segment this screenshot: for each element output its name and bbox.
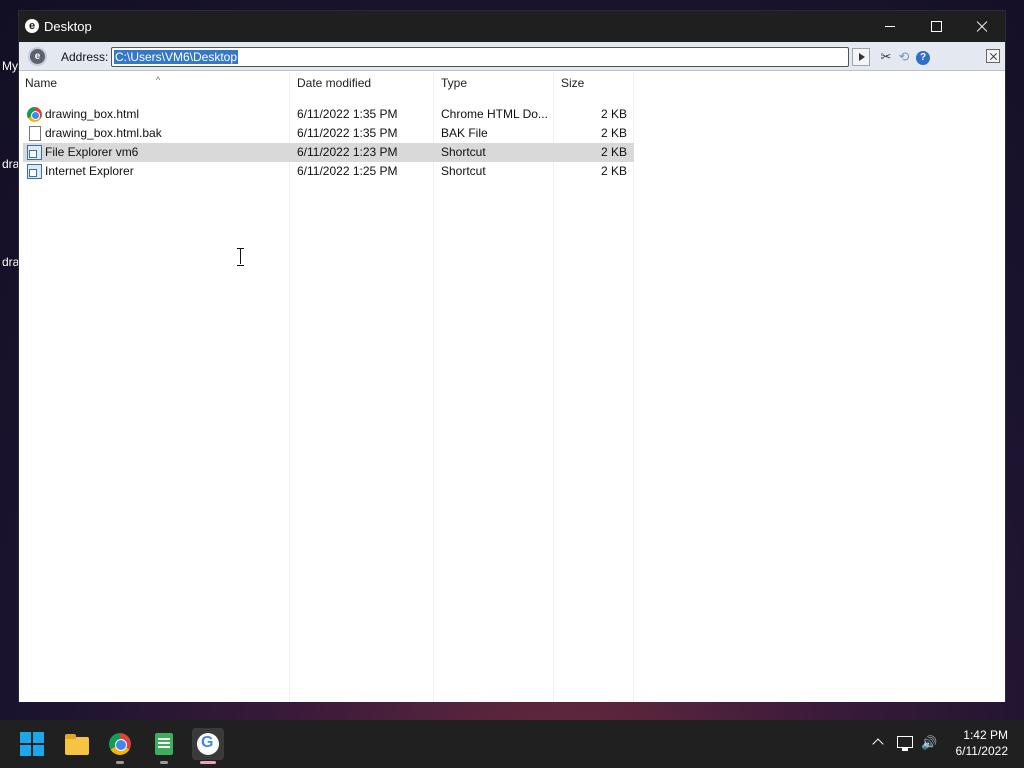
clock-time: 1:42 PM	[963, 728, 1008, 742]
address-input[interactable]: C:\Users\VM6\Desktop	[111, 47, 849, 67]
file-date: 6/11/2022 1:35 PM	[297, 107, 398, 121]
shortcut-icon	[27, 145, 42, 160]
file-name: drawing_box.html.bak	[45, 126, 162, 140]
window-title: Desktop	[44, 19, 92, 34]
system-clock[interactable]: 1:42 PM 6/11/2022	[944, 727, 1009, 759]
file-size: 2 KB	[600, 126, 627, 140]
address-label: Address:	[61, 50, 109, 64]
chrome-icon[interactable]	[104, 728, 136, 760]
refresh-icon[interactable]: ⟲	[896, 49, 912, 65]
running-indicator	[116, 761, 124, 764]
network-icon[interactable]	[897, 736, 913, 751]
desktop-icon-label[interactable]: dra	[2, 255, 19, 269]
file-name: Internet Explorer	[45, 164, 134, 178]
file-list[interactable]: Name ^ Date modified Type Size drawing_b…	[19, 72, 1005, 702]
file-icon	[29, 126, 41, 141]
close-icon[interactable]	[986, 49, 1000, 63]
column-header-label: Name	[25, 76, 58, 90]
close-button[interactable]	[959, 11, 1005, 42]
address-bar: e Address: C:\Users\VM6\Desktop ✂ ⟲ ?	[19, 42, 1005, 71]
help-icon[interactable]: ?	[916, 51, 930, 65]
desktop-icon-label[interactable]: My	[2, 59, 18, 73]
file-size: 2 KB	[600, 145, 627, 159]
file-name: drawing_box.html	[45, 107, 140, 121]
file-size: 2 KB	[600, 164, 627, 178]
file-explorer-icon[interactable]	[60, 728, 92, 760]
file-row[interactable]: drawing_box.html.bak 6/11/2022 1:35 PM B…	[23, 124, 634, 143]
shortcut-icon	[27, 164, 42, 179]
file-type: Chrome HTML Do...	[441, 107, 548, 121]
address-value[interactable]: C:\Users\VM6\Desktop	[114, 50, 239, 64]
maximize-button[interactable]	[913, 11, 959, 42]
file-type: Shortcut	[441, 145, 486, 159]
column-header-name[interactable]: Name ^	[25, 72, 285, 94]
go-arrow-icon[interactable]	[852, 48, 870, 66]
active-indicator	[200, 761, 216, 764]
clock-date: 6/11/2022	[955, 744, 1009, 758]
ie-logo-icon[interactable]: e	[28, 47, 47, 66]
start-icon[interactable]	[16, 728, 48, 760]
text-cursor-icon	[237, 248, 244, 266]
file-type: BAK File	[441, 126, 488, 140]
volume-icon[interactable]: 🔊	[921, 735, 939, 751]
column-header-size[interactable]: Size	[561, 72, 631, 94]
desktop-icon-label[interactable]: dra	[2, 157, 19, 171]
column-header-type[interactable]: Type	[441, 72, 551, 94]
file-row-selected[interactable]: File Explorer vm6 6/11/2022 1:23 PM Shor…	[23, 143, 634, 162]
file-type: Shortcut	[441, 164, 486, 178]
file-date: 6/11/2022 1:35 PM	[297, 126, 398, 140]
sort-up-icon: ^	[156, 75, 161, 85]
chrome-icon	[27, 107, 42, 122]
chevron-up-icon[interactable]	[871, 735, 885, 749]
ie-app-icon: e	[25, 19, 39, 33]
notepad-icon[interactable]	[148, 728, 180, 760]
explorer-window: e Desktop e Address: C:\Users\VM6\Deskto…	[18, 10, 1006, 702]
file-row[interactable]: Internet Explorer 6/11/2022 1:25 PM Shor…	[23, 162, 634, 181]
file-date: 6/11/2022 1:23 PM	[297, 145, 398, 159]
title-bar[interactable]: e Desktop	[19, 11, 1005, 42]
running-indicator	[160, 761, 168, 764]
google-icon[interactable]: G	[192, 728, 224, 760]
file-date: 6/11/2022 1:25 PM	[297, 164, 398, 178]
file-size: 2 KB	[600, 107, 627, 121]
file-name: File Explorer vm6	[45, 145, 139, 159]
minimize-button[interactable]	[867, 11, 913, 42]
google-glyph: G	[201, 734, 214, 751]
column-header-date[interactable]: Date modified	[297, 72, 427, 94]
file-row[interactable]: drawing_box.html 6/11/2022 1:35 PM Chrom…	[23, 105, 634, 124]
tools-icon[interactable]: ✂	[878, 49, 894, 65]
